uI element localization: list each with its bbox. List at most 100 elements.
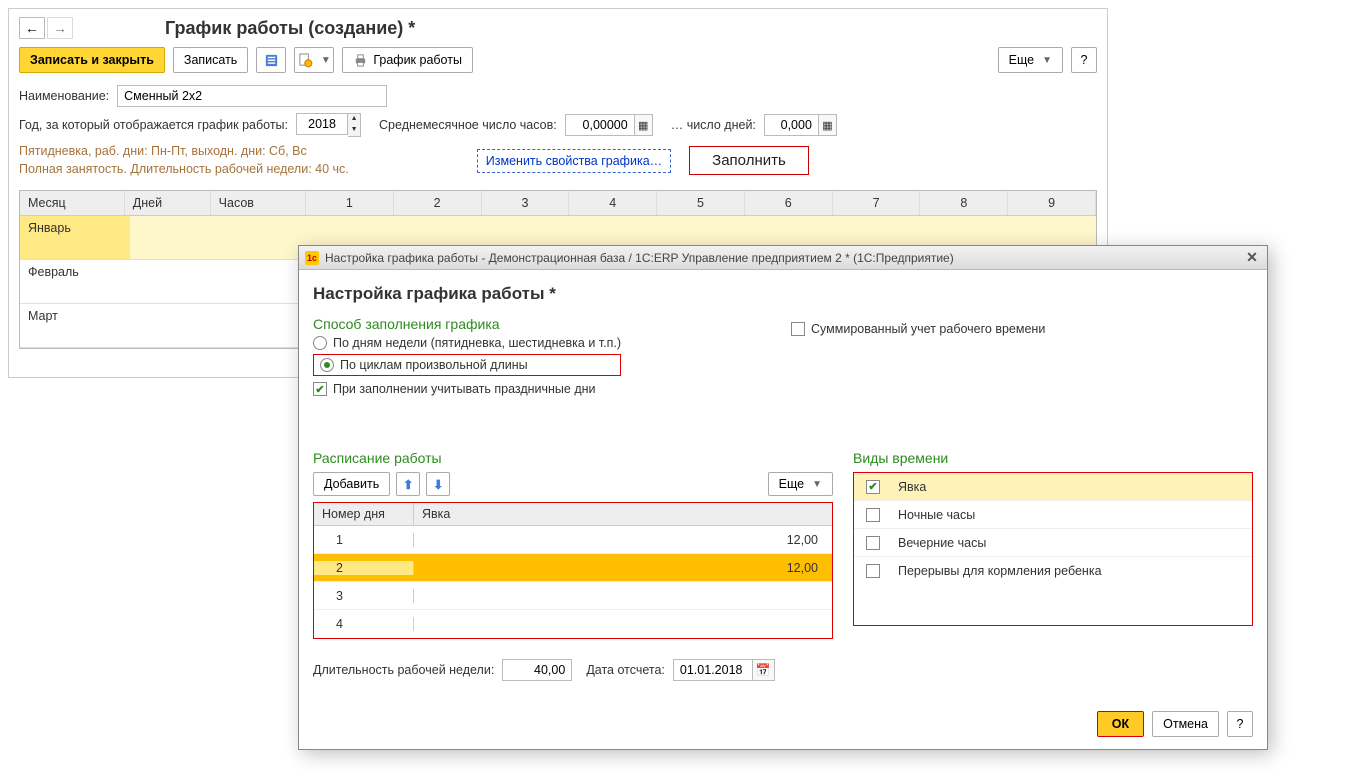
cumulative-checkbox[interactable] [791,322,805,336]
desc-line-2: Полная занятость. Длительность рабочей н… [19,161,349,179]
cell-month: Февраль [20,260,130,303]
th-days: Дней [125,191,211,215]
avg-hours-input[interactable] [565,114,635,136]
method-section-label: Способ заполнения графика [313,316,621,332]
th-d4: 4 [569,191,657,215]
time-type-row[interactable]: ✔ Явка [854,473,1252,501]
help-button[interactable]: ? [1071,47,1097,73]
days-input[interactable] [764,114,819,136]
th-month: Месяц [20,191,125,215]
th-d8: 8 [920,191,1008,215]
time-type-row[interactable]: Перерывы для кормления ребенка [854,557,1252,585]
week-length-label: Длительность рабочей недели: [313,663,494,677]
name-label: Наименование: [19,89,109,103]
list-icon [264,53,279,68]
modal-help-button[interactable]: ? [1227,711,1253,737]
change-properties-link[interactable]: Изменить свойства графика… [477,149,671,173]
radio-by-weekdays-label: По дням недели (пятидневка, шестидневка … [333,336,621,350]
main-toolbar: Записать и закрыть Записать ▼ График раб… [19,47,1097,73]
more-label: Еще [1009,53,1034,67]
avg-hours-calc-icon[interactable]: ▦ [635,114,653,136]
cell-day: 1 [314,533,414,547]
cell-value: 12,00 [414,533,832,547]
close-icon[interactable]: ✕ [1243,249,1261,266]
nav-back-button[interactable]: ← [19,17,45,39]
list-icon-button[interactable] [256,47,286,73]
th-d6: 6 [745,191,833,215]
schedule-section-label: Расписание работы [313,450,833,466]
print-schedule-button[interactable]: График работы [342,47,473,73]
year-label: Год, за который отображается график рабо… [19,118,288,132]
modal-title: Настройка графика работы * [313,284,1253,304]
arrow-down-icon: ⬇ [433,477,443,492]
cell-day: 3 [314,589,414,603]
print-button-label: График работы [373,53,462,67]
start-date-input[interactable] [673,659,753,681]
app-icon: 1c [305,251,319,265]
more-rows-button[interactable]: Еще▼ [768,472,833,496]
holidays-checkbox-label: При заполнении учитывать праздничные дни [333,382,596,396]
cell-value: 12,00 [414,561,832,575]
schedule-row[interactable]: 4 [314,610,832,638]
save-and-close-button[interactable]: Записать и закрыть [19,47,165,73]
settings-icon-button[interactable]: ▼ [294,47,334,73]
start-date-label: Дата отсчета: [586,663,665,677]
days-calc-icon[interactable]: ▦ [819,114,837,136]
th-d1: 1 [306,191,394,215]
ok-button[interactable]: ОК [1097,711,1144,737]
radio-by-cycles-label: По циклам произвольной длины [340,358,528,372]
time-type-label: Явка [894,480,926,494]
schedule-row[interactable]: 3 [314,582,832,610]
move-up-button[interactable]: ⬆ [396,472,420,496]
schedule-settings-modal: 1c Настройка графика работы - Демонстрац… [298,245,1268,750]
page-title: График работы (создание) * [165,18,415,39]
radio-by-weekdays[interactable] [313,336,327,350]
time-types-section-label: Виды времени [853,450,1253,466]
th-d3: 3 [482,191,570,215]
th-hours: Часов [211,191,306,215]
more-label: Еще [779,477,804,491]
nav-forward-button[interactable]: → [47,17,73,39]
th-attendance: Явка [414,503,832,525]
modal-titlebar[interactable]: 1c Настройка графика работы - Демонстрац… [299,246,1267,270]
save-button[interactable]: Записать [173,47,248,73]
more-button[interactable]: Еще▼ [998,47,1063,73]
cell-day: 4 [314,617,414,631]
week-length-input[interactable] [502,659,572,681]
move-down-button[interactable]: ⬇ [426,472,450,496]
avg-hours-label: Среднемесячное число часов: [379,118,557,132]
cell-day: 2 [314,561,414,575]
days-label: … число дней: [671,118,756,132]
year-spinner[interactable]: ▲▼ [348,113,361,137]
fill-button[interactable]: Заполнить [689,146,809,175]
arrow-up-icon: ⬆ [403,477,413,492]
year-input[interactable] [296,113,348,135]
time-type-checkbox[interactable] [866,564,880,578]
name-input[interactable] [117,85,387,107]
cell-month: Март [20,304,130,347]
cancel-button[interactable]: Отмена [1152,711,1219,737]
time-types-table: ✔ Явка Ночные часы Вечерние часы Перерыв… [853,472,1253,626]
time-type-row[interactable]: Ночные часы [854,501,1252,529]
time-type-checkbox[interactable] [866,508,880,522]
time-type-checkbox[interactable] [866,536,880,550]
add-row-button[interactable]: Добавить [313,472,390,496]
time-type-checkbox[interactable]: ✔ [866,480,880,494]
time-type-label: Вечерние часы [894,536,986,550]
holidays-checkbox[interactable]: ✔ [313,382,327,396]
radio-by-cycles[interactable] [320,358,334,372]
schedule-table: Номер дня Явка 1 12,00 2 12,00 3 [313,502,833,639]
schedule-row[interactable]: 2 12,00 [314,554,832,582]
th-d9: 9 [1008,191,1096,215]
calendar-icon[interactable]: 📅 [753,659,775,681]
time-type-label: Ночные часы [894,508,975,522]
time-type-row[interactable]: Вечерние часы [854,529,1252,557]
th-d7: 7 [833,191,921,215]
schedule-row[interactable]: 1 12,00 [314,526,832,554]
th-d2: 2 [394,191,482,215]
modal-titlebar-text: Настройка графика работы - Демонстрацион… [325,251,954,265]
cell-month: Январь [20,216,130,259]
gear-document-icon [298,53,313,68]
cumulative-checkbox-label: Суммированный учет рабочего времени [811,322,1045,336]
th-day-number: Номер дня [314,503,414,525]
